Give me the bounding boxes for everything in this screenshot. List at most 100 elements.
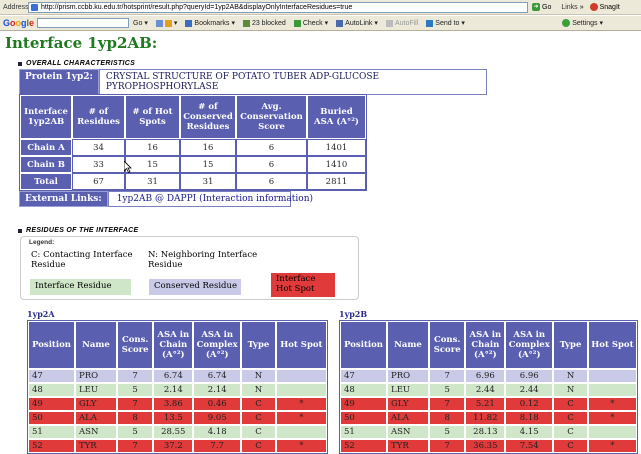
summary-cell: 1401 xyxy=(307,139,366,156)
residue-header: Name xyxy=(387,321,429,369)
residue-row: 48 LEU 5 2.14 2.14 N xyxy=(28,383,327,397)
links-chevron-icon[interactable]: » xyxy=(580,4,584,11)
settings-button[interactable]: Settings ▾ xyxy=(558,19,607,27)
residue-cell: 47 xyxy=(28,369,76,383)
toolbar-icons[interactable]: ▾ xyxy=(152,19,182,27)
residue-cell: 6.96 xyxy=(505,369,554,383)
check-button[interactable]: Check ▾ xyxy=(290,19,332,27)
protein-row: Protein 1yp2: CRYSTAL STRUCTURE OF POTAT… xyxy=(19,69,487,95)
residue-header: Type xyxy=(553,321,588,369)
residue-cell: ASN xyxy=(387,425,429,439)
google-logo[interactable]: Google xyxy=(0,18,34,28)
residue-cell: 51 xyxy=(28,425,76,439)
residue-header: Position xyxy=(28,321,76,369)
residue-cell: 51 xyxy=(340,425,388,439)
residue-cell: 47 xyxy=(340,369,388,383)
spellcheck-icon xyxy=(293,19,301,27)
summary-header: Buried ASA (A°²) xyxy=(307,95,366,139)
bookmarks-button[interactable]: Bookmarks ▾ xyxy=(181,19,239,27)
residue-cell: 7 xyxy=(116,397,154,411)
residue-header-row: Position Name Cons. Score ASA in Chain (… xyxy=(28,321,327,369)
globe-icon xyxy=(155,19,163,27)
summary-cell: 31 xyxy=(180,173,236,190)
autofill-button[interactable]: AutoFill xyxy=(382,19,422,27)
residue-cell: * xyxy=(587,411,637,425)
residue-cell: 5 xyxy=(116,383,154,397)
go-label: Go xyxy=(542,3,552,11)
residue-cell: C xyxy=(241,425,276,439)
residue-cell xyxy=(587,383,637,397)
residue-cell: GLY xyxy=(387,397,429,411)
page-icon xyxy=(31,3,38,11)
residue-cell: N xyxy=(553,369,588,383)
links-button[interactable]: Links xyxy=(561,4,577,11)
legend-hotspot-chip: Interface Hot Spot xyxy=(271,273,335,297)
google-search-input[interactable] xyxy=(37,18,130,28)
snagit-button[interactable]: SnagIt xyxy=(589,3,620,11)
bullet-icon xyxy=(18,228,22,233)
residue-header: ASA in Chain (A°²) xyxy=(153,321,194,369)
star-icon xyxy=(164,19,172,27)
residue-cell xyxy=(275,425,327,439)
summary-cell: 6 xyxy=(236,156,307,173)
residue-cell: 2.44 xyxy=(505,383,554,397)
summary-cell: 33 xyxy=(72,156,125,173)
residue-cell xyxy=(587,425,637,439)
autolink-button[interactable]: AutoLink ▾ xyxy=(332,19,382,27)
residue-cell: ASN xyxy=(75,425,117,439)
summary-header: # of Hot Spots xyxy=(125,95,180,139)
popup-blocker-button[interactable]: 23 blocked xyxy=(239,19,290,27)
summary-table: Interface 1yp2AB # of Residues # of Hot … xyxy=(19,94,367,191)
residue-cell: 2.14 xyxy=(153,383,194,397)
summary-cell: 34 xyxy=(72,139,125,156)
residue-cell: 5 xyxy=(116,425,154,439)
chain-b-residue-table: Position Name Cons. Score ASA in Chain (… xyxy=(339,320,638,454)
snagit-icon xyxy=(589,3,598,11)
sendto-button[interactable]: Send to ▾ xyxy=(422,19,469,27)
residue-cell: 2.44 xyxy=(465,383,506,397)
residue-cell: 8.18 xyxy=(505,411,554,425)
residue-header: Name xyxy=(75,321,117,369)
chain-a-caption: 1yp2A xyxy=(27,309,55,319)
chain-b-rows: 47 PRO 7 6.96 6.96 N 48 LEU 5 2.44 2.44 N 49 GLY 7 5.21… xyxy=(340,369,637,453)
residue-cell: 9.05 xyxy=(193,411,242,425)
summary-row-label: Chain A xyxy=(20,139,72,156)
summary-header: # of Conserved Residues xyxy=(180,95,236,139)
chain-a-rows: 47 PRO 7 6.74 6.74 N 48 LEU 5 2.14 2.14 N 49 GLY 7 3.86… xyxy=(28,369,327,453)
residue-cell: 8 xyxy=(428,411,466,425)
summary-cell: 15 xyxy=(125,156,180,173)
residue-cell: LEU xyxy=(387,383,429,397)
residue-cell: * xyxy=(275,411,327,425)
residue-cell: 8 xyxy=(116,411,154,425)
residue-cell: 7 xyxy=(116,369,154,383)
residue-cell: ALA xyxy=(75,411,117,425)
overall-heading: Overall Characteristics xyxy=(18,60,135,67)
residue-cell: 3.86 xyxy=(153,397,194,411)
residue-cell: GLY xyxy=(75,397,117,411)
residue-header: Hot Spot xyxy=(587,321,637,369)
residue-cell: 2.14 xyxy=(193,383,242,397)
residue-cell: * xyxy=(275,397,327,411)
legend-contacting: C: Contacting Interface Residue xyxy=(31,250,133,270)
residue-row: 49 GLY 7 5.21 0.12 C * xyxy=(340,397,637,411)
residue-cell: N xyxy=(553,383,588,397)
bullet-icon xyxy=(18,61,22,66)
summary-cell: 2811 xyxy=(307,173,366,190)
legend-neighboring: N: Neighboring Interface Residue xyxy=(148,250,258,270)
residue-cell: ALA xyxy=(387,411,429,425)
summary-cell: 67 xyxy=(72,173,125,190)
residue-cell: 5 xyxy=(428,383,466,397)
residue-cell: N xyxy=(241,383,276,397)
residue-cell: * xyxy=(587,397,637,411)
residue-cell: C xyxy=(241,397,276,411)
summary-cell: 6 xyxy=(236,173,307,190)
residue-cell: 7 xyxy=(428,369,466,383)
url-input[interactable]: http://prism.ccbb.ku.edu.tr/hotsprint/re… xyxy=(28,1,528,13)
dappi-link[interactable]: 1yp2AB @ DAPPI (Interaction information) xyxy=(107,191,313,207)
residue-cell: 7 xyxy=(428,397,466,411)
chain-a-residue-table: Position Name Cons. Score ASA in Chain (… xyxy=(27,320,328,454)
go-button[interactable]: ➜ Go xyxy=(532,3,551,11)
residue-row: 51 ASN 5 28.13 4.15 C xyxy=(340,425,637,439)
url-text: http://prism.ccbb.ku.edu.tr/hotsprint/re… xyxy=(41,3,353,11)
google-go-button[interactable]: Go ▾ xyxy=(129,19,152,28)
